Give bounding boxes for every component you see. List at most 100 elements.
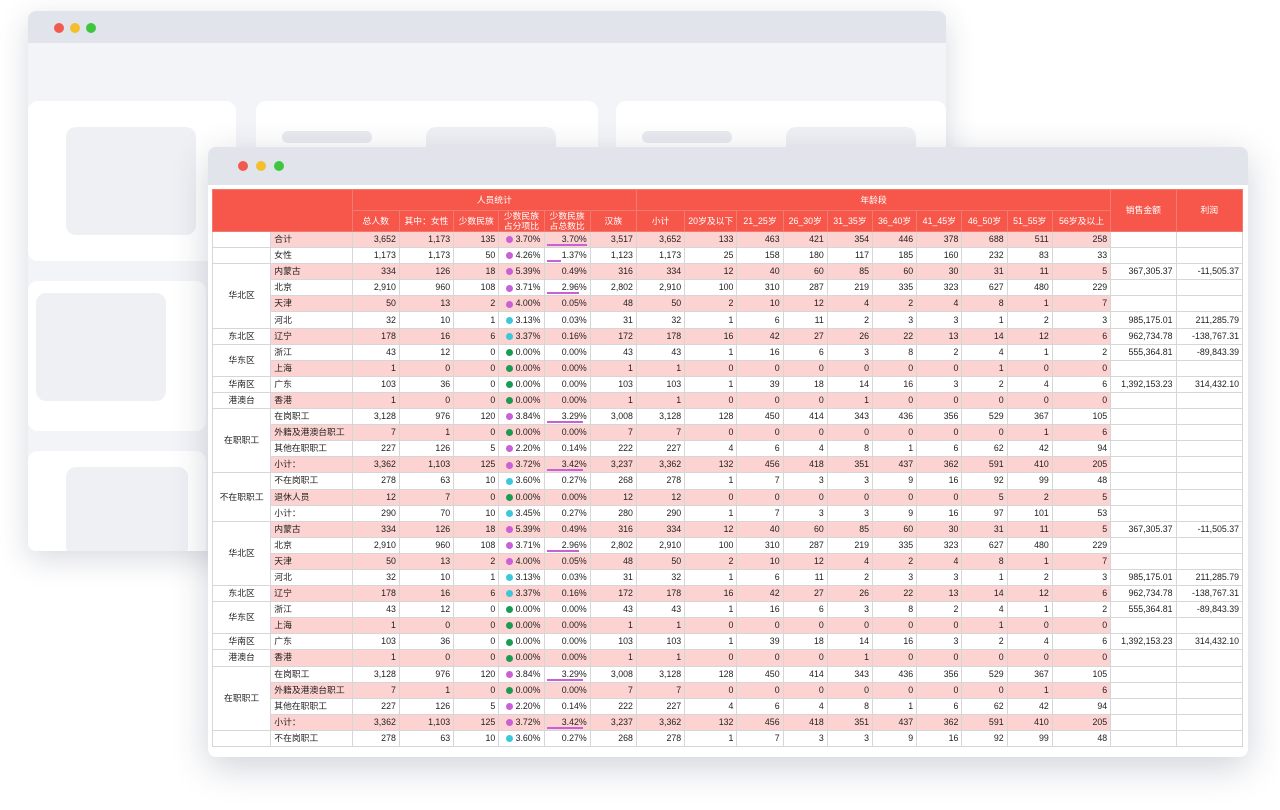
minimize-dot-icon[interactable]	[70, 23, 80, 33]
age-bucket-cell: 85	[826, 520, 874, 538]
age-bucket-cell: 42	[736, 327, 784, 345]
table-body: 合计 3,652 1,173 135 3.70% 3.70% 3,517 3,652 133 46…	[212, 230, 1243, 748]
total-count-cell: 1	[351, 649, 400, 667]
row-label[interactable]: 女性	[270, 247, 353, 265]
row-label[interactable]: 小计：	[270, 456, 353, 474]
row-label[interactable]: 天津	[270, 295, 353, 313]
column-header[interactable]: 小计	[635, 210, 686, 232]
age-bucket-cell: 32	[635, 568, 686, 587]
age-bucket-cell: 4	[782, 697, 828, 715]
row-label[interactable]: 其他在职职工	[270, 697, 353, 715]
age-bucket-cell: 5	[1051, 520, 1112, 538]
profit-cell	[1175, 295, 1243, 313]
maximize-dot-icon[interactable]	[274, 161, 284, 171]
total-count-cell: 3,128	[351, 408, 400, 426]
row-label[interactable]: 外籍及港澳台职工	[270, 681, 353, 699]
row-label[interactable]: 广东	[270, 633, 353, 651]
maximize-dot-icon[interactable]	[86, 23, 96, 33]
row-label[interactable]: 其他在职职工	[270, 440, 353, 458]
han-count-cell: 12	[589, 488, 637, 506]
sales-amount-cell: 555,364.81	[1110, 343, 1177, 361]
row-label[interactable]: 香港	[270, 391, 353, 410]
header-sales[interactable]: 销售金额	[1110, 189, 1177, 232]
row-label[interactable]: 天津	[270, 552, 353, 570]
header-profit[interactable]: 利润	[1175, 189, 1243, 232]
age-bucket-cell: 11	[1006, 263, 1053, 281]
column-header[interactable]: 46_50岁	[961, 210, 1008, 232]
minority-count-cell: 0	[453, 617, 500, 635]
row-label[interactable]: 浙江	[270, 601, 353, 619]
column-header[interactable]: 51_55岁	[1006, 210, 1053, 232]
column-header[interactable]: 其中：女性	[398, 210, 455, 232]
row-label[interactable]: 在岗职工	[270, 665, 353, 683]
image-placeholder-icon	[36, 293, 166, 401]
minority-count-cell: 108	[453, 279, 500, 297]
age-bucket-cell: 2	[916, 601, 963, 619]
row-label[interactable]: 辽宁	[270, 327, 353, 345]
row-label[interactable]: 香港	[270, 649, 353, 667]
row-label[interactable]: 上海	[270, 359, 353, 377]
row-label[interactable]: 辽宁	[270, 585, 353, 603]
age-bucket-cell: 410	[1006, 713, 1053, 731]
total-count-cell: 12	[351, 488, 400, 506]
row-label[interactable]: 浙江	[270, 343, 353, 361]
table-row: 上海 1 0 0 0.00% 0.00% 1 1 0 0 0 0 0 0 1 0 0	[213, 359, 1243, 377]
column-header[interactable]: 少数民族占分项比	[498, 210, 545, 232]
row-label[interactable]: 广东	[270, 375, 353, 393]
column-header[interactable]: 36_40岁	[871, 210, 918, 232]
female-count-cell: 12	[398, 343, 455, 361]
minority-share-cell: 0.00%	[498, 601, 545, 619]
minority-total-share-value: 0.00%	[561, 362, 587, 373]
row-label[interactable]: 河北	[270, 568, 353, 587]
column-header[interactable]: 21_25岁	[736, 210, 784, 232]
age-bucket-cell: 9	[871, 472, 918, 490]
column-header[interactable]: 总人数	[351, 210, 400, 232]
age-bucket-cell: 8	[961, 295, 1008, 313]
minority-total-share-cell: 0.27%	[543, 729, 591, 748]
cyan-status-icon	[505, 574, 513, 582]
age-bucket-cell: 2	[961, 375, 1008, 393]
table-row: 东北区 辽宁 178 16 6 3.37% 0.16% 172 178 16 42 27 26 22 13 1…	[212, 327, 1243, 345]
row-label[interactable]: 不在岗职工	[270, 729, 353, 748]
row-label[interactable]: 在岗职工	[270, 408, 353, 426]
minority-share-value: 3.70%	[515, 234, 541, 245]
age-bucket-cell: 0	[916, 617, 963, 635]
row-label[interactable]: 合计	[270, 230, 353, 249]
close-dot-icon[interactable]	[54, 23, 64, 33]
row-label[interactable]: 北京	[270, 279, 353, 297]
age-bucket-cell: 7	[635, 681, 686, 699]
row-label[interactable]: 河北	[270, 311, 353, 329]
close-dot-icon[interactable]	[238, 161, 248, 171]
age-bucket-cell: 1	[1006, 552, 1053, 570]
row-label[interactable]: 小计：	[270, 713, 353, 731]
minority-share-value: 0.00%	[515, 491, 541, 502]
minority-share-cell: 3.60%	[498, 729, 545, 748]
age-bucket-cell: 7	[635, 424, 686, 442]
minority-count-cell: 6	[453, 327, 500, 345]
row-label[interactable]: 内蒙古	[270, 520, 353, 538]
age-bucket-cell: 18	[782, 375, 828, 393]
row-label[interactable]: 小计：	[270, 504, 353, 522]
column-header[interactable]: 20岁及以下	[684, 210, 738, 232]
table-row: 合计 3,652 1,173 135 3.70% 3.70% 3,517 3,652 133 46…	[212, 230, 1243, 249]
row-label[interactable]: 不在岗职工	[270, 472, 353, 490]
han-count-cell: 172	[589, 585, 637, 603]
row-label[interactable]: 外籍及港澳台职工	[270, 424, 353, 442]
column-header[interactable]: 31_35岁	[826, 210, 874, 232]
row-label[interactable]: 北京	[270, 536, 353, 554]
minority-total-share-value: 0.49%	[561, 266, 587, 277]
minimize-dot-icon[interactable]	[256, 161, 266, 171]
column-header[interactable]: 少数民族占总数比	[543, 210, 591, 232]
minority-share-value: 3.13%	[515, 314, 541, 325]
minority-total-share-cell: 0.00%	[543, 488, 591, 506]
minority-total-share-value: 0.00%	[561, 378, 587, 389]
row-label[interactable]: 上海	[270, 617, 353, 635]
age-bucket-cell: 14	[961, 585, 1008, 603]
row-label[interactable]: 退休人员	[270, 488, 353, 506]
column-header[interactable]: 26_30岁	[782, 210, 828, 232]
column-header[interactable]: 56岁及以上	[1051, 210, 1112, 232]
column-header[interactable]: 41_45岁	[916, 210, 963, 232]
column-header[interactable]: 汉族	[589, 210, 637, 232]
row-label[interactable]: 内蒙古	[270, 263, 353, 281]
column-header[interactable]: 少数民族	[453, 210, 500, 232]
